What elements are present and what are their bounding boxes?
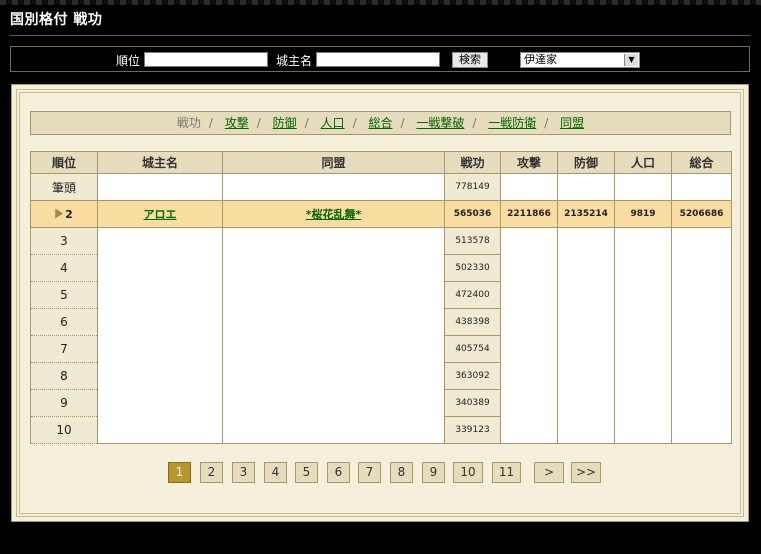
war-merit-cell: 513578 [444,227,501,255]
rank-cell: 10 [30,416,98,444]
tab-alliance[interactable]: 同盟 [560,116,584,130]
table-row: 6 438398 [30,308,732,336]
rank-cell: 7 [30,335,98,363]
current-player-marker-icon [55,208,64,219]
war-merit-cell: 339123 [444,416,501,444]
page-3-button[interactable]: 3 [232,462,255,483]
table-row: 3 513578 [30,227,732,255]
page-6-button[interactable]: 6 [327,462,350,483]
war-merit-cell: 340389 [444,389,501,417]
rank-cell: 9 [30,389,98,417]
ranking-table: 順位 城主名 同盟 戦功 攻撃 防御 人口 総合 筆頭 778149 2 アロエ… [30,151,732,444]
title-divider [10,35,750,36]
page-10-button[interactable]: 10 [453,462,483,483]
col-attack: 攻撃 [500,151,558,174]
rank-cell: 筆頭 [30,173,98,201]
war-merit-cell: 502330 [444,254,501,282]
war-merit-cell: 472400 [444,281,501,309]
rank-label: 順位 [116,54,141,68]
search-bar: 順位 城主名 検索 伊達家 ▼ [10,46,750,72]
defense-cell: 2135214 [557,200,615,228]
table-row: 10 339123 [30,416,732,444]
alliance-cell: *桜花乱舞* [222,200,445,228]
table-row: 8 363092 [30,362,732,390]
lord-name-cell: アロエ [97,200,223,228]
population-cell: 9819 [614,200,672,228]
tab-single-battle-defense[interactable]: 一戦防衛 [488,116,536,130]
lord-name-link[interactable]: アロエ [144,208,177,221]
page-7-button[interactable]: 7 [358,462,381,483]
tab-attack[interactable]: 攻撃 [225,116,249,130]
total-cell: 5206686 [671,200,732,228]
war-merit-cell: 778149 [444,173,501,201]
search-button[interactable]: 検索 [452,52,488,68]
table-row: 筆頭 778149 [30,173,732,201]
col-lord-name: 城主名 [97,151,223,174]
country-select-value: 伊達家 [524,53,557,66]
category-tabs: 戦功 / 攻撃 / 防御 / 人口 / 総合 / 一戦撃破 / 一戦防衛 / 同盟 [30,111,731,135]
col-rank: 順位 [30,151,98,174]
page-2-button[interactable]: 2 [200,462,223,483]
rank-cell: 6 [30,308,98,336]
rank-cell: 3 [30,227,98,255]
col-defense: 防御 [557,151,615,174]
next-page-button[interactable]: > [534,462,564,483]
war-merit-cell: 438398 [444,308,501,336]
bottom-border [0,530,761,554]
col-total: 総合 [671,151,732,174]
rank-cell: 5 [30,281,98,309]
lord-name-input[interactable] [316,52,440,67]
col-alliance: 同盟 [222,151,445,174]
page-9-button[interactable]: 9 [422,462,445,483]
rank-cell: 4 [30,254,98,282]
page-title: 国別格付 戦功 [10,12,103,28]
table-row-highlighted: 2 アロエ *桜花乱舞* 565036 2211866 2135214 9819… [30,200,732,228]
alliance-link[interactable]: *桜花乱舞* [306,208,362,221]
attack-cell: 2211866 [500,200,558,228]
table-row: 5 472400 [30,281,732,309]
last-page-button[interactable]: >> [571,462,601,483]
table-header-row: 順位 城主名 同盟 戦功 攻撃 防御 人口 総合 [30,151,732,174]
table-row: 4 502330 [30,254,732,282]
col-population: 人口 [614,151,672,174]
tab-war-merit: 戦功 [176,116,201,130]
war-merit-cell: 565036 [444,200,501,228]
tab-single-battle-attack[interactable]: 一戦撃破 [416,116,464,130]
table-row: 9 340389 [30,389,732,417]
col-war-merit: 戦功 [444,151,501,174]
page-8-button[interactable]: 8 [390,462,413,483]
country-select[interactable]: 伊達家 ▼ [520,52,640,68]
table-row: 7 405754 [30,335,732,363]
rank-input[interactable] [144,52,268,67]
tab-defense[interactable]: 防御 [273,116,297,130]
rank-cell: 8 [30,362,98,390]
rank-cell: 2 [30,200,98,228]
war-merit-cell: 405754 [444,335,501,363]
page-5-button[interactable]: 5 [295,462,318,483]
war-merit-cell: 363092 [444,362,501,390]
page-11-button[interactable]: 11 [492,462,521,483]
tab-population[interactable]: 人口 [321,116,345,130]
page-1-button[interactable]: 1 [168,462,191,483]
chevron-down-icon[interactable]: ▼ [624,54,638,66]
page-4-button[interactable]: 4 [264,462,287,483]
ranking-panel: 戦功 / 攻撃 / 防御 / 人口 / 総合 / 一戦撃破 / 一戦防衛 / 同盟 順位 城主… [11,84,749,522]
lord-name-label: 城主名 [276,54,313,68]
top-border [0,0,761,5]
tab-total[interactable]: 総合 [368,116,392,130]
